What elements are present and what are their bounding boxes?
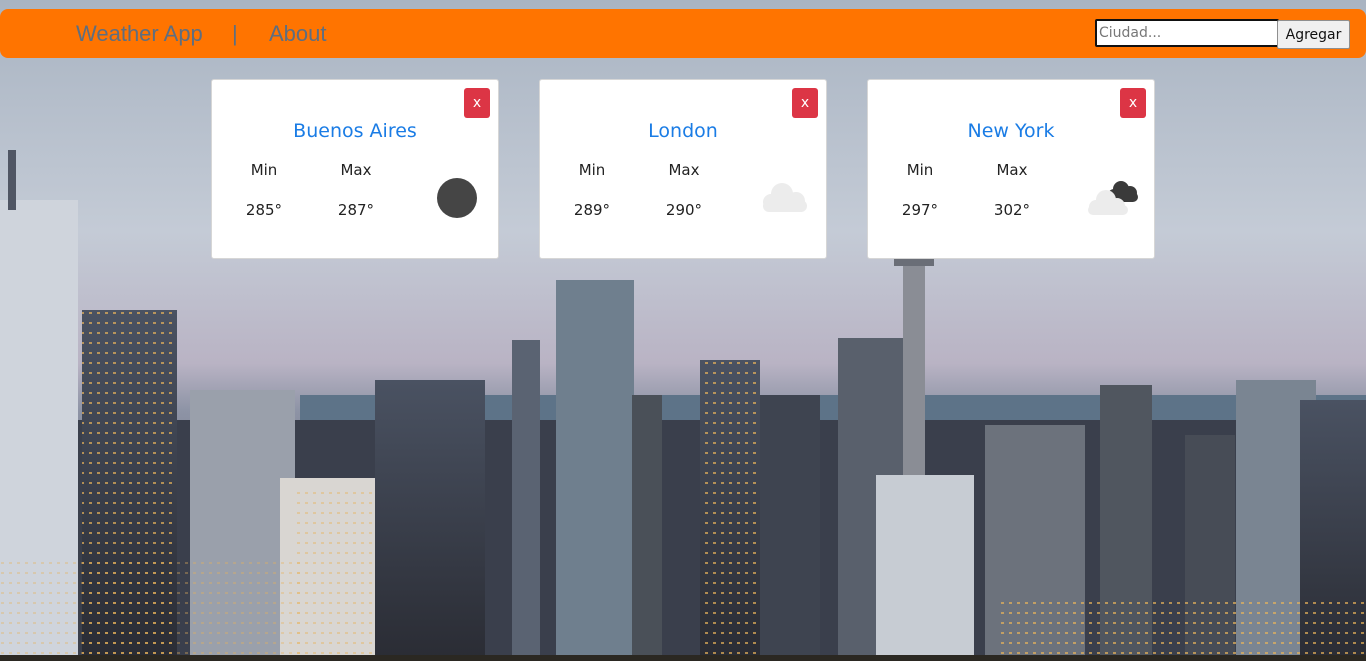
about-link[interactable]: About bbox=[269, 21, 327, 47]
brand-link[interactable]: Weather App bbox=[76, 21, 203, 47]
min-temp-value: 297° bbox=[901, 201, 939, 219]
city-search-input[interactable] bbox=[1095, 19, 1279, 47]
cloud-icon bbox=[763, 183, 807, 212]
close-card-button[interactable]: x bbox=[1120, 88, 1146, 118]
max-temp-value: 302° bbox=[993, 201, 1031, 219]
nav-separator: | bbox=[232, 21, 238, 46]
weather-card-buenos-aires: x Buenos Aires Min Max 285° 287° bbox=[211, 79, 499, 259]
min-temp-value: 285° bbox=[245, 201, 283, 219]
min-label: Min bbox=[906, 161, 934, 179]
min-label: Min bbox=[578, 161, 606, 179]
add-city-button[interactable]: Agregar bbox=[1277, 20, 1350, 49]
max-temp-value: 290° bbox=[665, 201, 703, 219]
close-card-button[interactable]: x bbox=[464, 88, 490, 118]
city-name-link[interactable]: New York bbox=[868, 120, 1154, 142]
city-name-link[interactable]: Buenos Aires bbox=[212, 120, 498, 142]
min-label: Min bbox=[250, 161, 278, 179]
close-card-button[interactable]: x bbox=[792, 88, 818, 118]
min-temp-value: 289° bbox=[573, 201, 611, 219]
city-name-link[interactable]: London bbox=[540, 120, 826, 142]
navbar: Weather App | About Agregar bbox=[0, 9, 1366, 58]
max-temp-value: 287° bbox=[337, 201, 375, 219]
broken-clouds-icon bbox=[1088, 181, 1138, 215]
max-label: Max bbox=[996, 161, 1028, 179]
clear-night-icon bbox=[437, 178, 477, 218]
weather-card-new-york: x New York Min Max 297° 302° bbox=[867, 79, 1155, 259]
max-label: Max bbox=[340, 161, 372, 179]
weather-card-london: x London Min Max 289° 290° bbox=[539, 79, 827, 259]
max-label: Max bbox=[668, 161, 700, 179]
